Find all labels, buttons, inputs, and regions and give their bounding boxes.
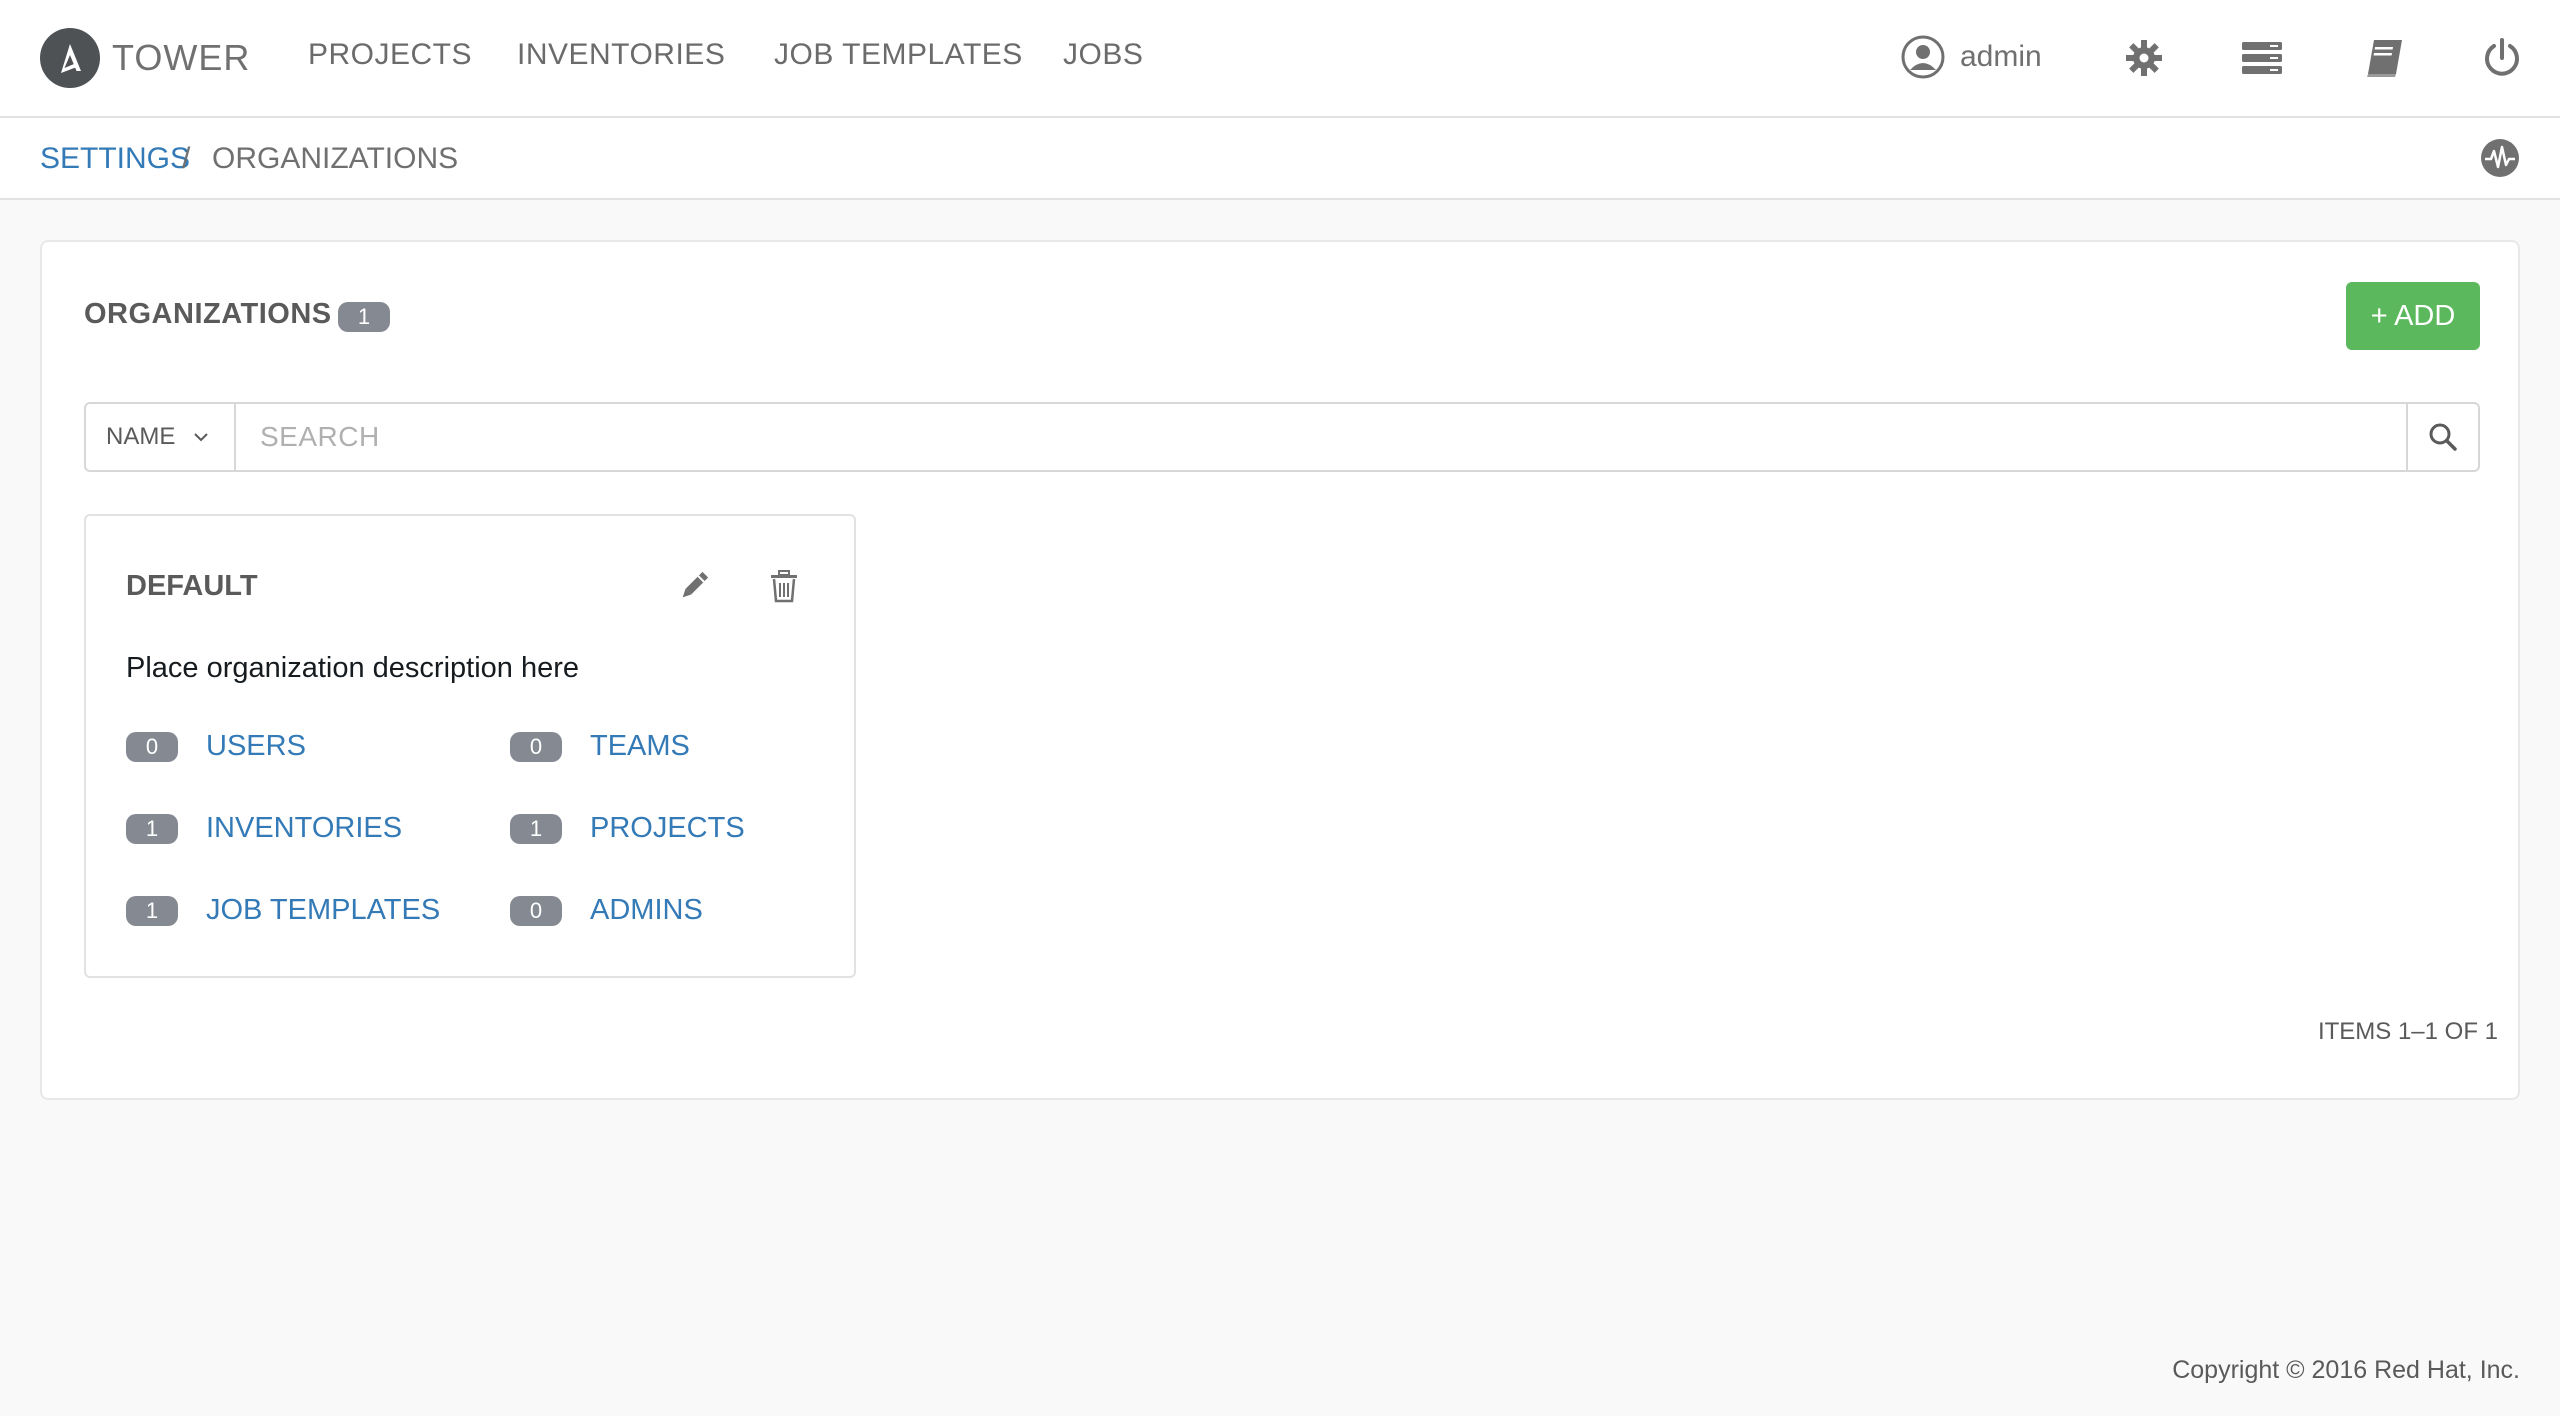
add-organization-button[interactable]: + ADD (2346, 282, 2480, 350)
docs-book-icon[interactable] (2362, 36, 2406, 80)
delete-trash-icon[interactable] (766, 568, 802, 604)
breadcrumb-separator: / (182, 142, 191, 175)
organizations-count-badge: 1 (338, 302, 390, 332)
teams-count-badge: 0 (510, 731, 562, 762)
projects-link[interactable]: 1 PROJECTS (510, 812, 745, 845)
pagination-summary: ITEMS 1–1 OF 1 (2317, 1018, 2498, 1045)
inventories-link[interactable]: 1 INVENTORIES (126, 812, 402, 845)
organization-card: DEFAULT Place organization description h… (84, 514, 856, 978)
nav-projects[interactable]: PROJECTS (308, 38, 472, 72)
job-templates-link[interactable]: 1 JOB TEMPLATES (126, 894, 440, 927)
search-input[interactable] (238, 404, 2406, 470)
projects-label: PROJECTS (590, 812, 745, 844)
inventories-label: INVENTORIES (206, 812, 403, 844)
settings-gear-icon[interactable] (2122, 36, 2166, 80)
users-count-badge: 0 (126, 731, 178, 762)
user-menu[interactable]: admin (1900, 34, 2042, 80)
user-circle-icon (1901, 35, 1945, 79)
activity-stream-icon[interactable] (2480, 138, 2520, 178)
admins-label: ADMINS (590, 894, 703, 926)
search-button[interactable] (2406, 404, 2478, 470)
nav-inventories[interactable]: INVENTORIES (517, 38, 725, 72)
breadcrumb-current: ORGANIZATIONS (212, 142, 459, 175)
top-navbar: TOWER PROJECTS INVENTORIES JOB TEMPLATES… (0, 0, 2560, 118)
job-templates-count-badge: 1 (126, 895, 178, 926)
user-name: admin (1960, 40, 2042, 73)
teams-label: TEAMS (590, 730, 690, 762)
inventories-count-badge: 1 (126, 813, 178, 844)
search-field-label: NAME (106, 423, 176, 450)
brand[interactable]: TOWER (40, 28, 250, 88)
breadcrumb-settings-link[interactable]: SETTINGS (40, 142, 190, 176)
nav-job-templates[interactable]: JOB TEMPLATES (774, 38, 1023, 72)
organization-description: Place organization description here (126, 652, 579, 684)
ansible-logo-icon (40, 28, 100, 88)
brand-name: TOWER (112, 37, 251, 78)
organizations-panel: ORGANIZATIONS 1 + ADD NAME DEFAULT (40, 240, 2520, 1100)
projects-count-badge: 1 (510, 813, 562, 844)
admins-count-badge: 0 (510, 895, 562, 926)
search-icon (2429, 423, 2457, 451)
users-link[interactable]: 0 USERS (126, 730, 306, 763)
chevron-down-icon (194, 433, 209, 442)
panel-title: ORGANIZATIONS (84, 298, 332, 330)
edit-pencil-icon[interactable] (676, 568, 712, 604)
inventory-list-icon[interactable] (2240, 36, 2284, 80)
power-icon[interactable] (2480, 36, 2524, 80)
search-field-dropdown[interactable]: NAME (86, 404, 236, 470)
footer-copyright: Copyright © 2016 Red Hat, Inc. (2172, 1356, 2520, 1384)
job-templates-label: JOB TEMPLATES (206, 894, 441, 926)
nav-jobs[interactable]: JOBS (1063, 38, 1143, 72)
breadcrumb: SETTINGS / ORGANIZATIONS (0, 118, 2560, 200)
users-label: USERS (206, 730, 306, 762)
search-bar: NAME (84, 402, 2480, 472)
admins-link[interactable]: 0 ADMINS (510, 894, 703, 927)
organization-name: DEFAULT (126, 570, 258, 602)
teams-link[interactable]: 0 TEAMS (510, 730, 690, 763)
